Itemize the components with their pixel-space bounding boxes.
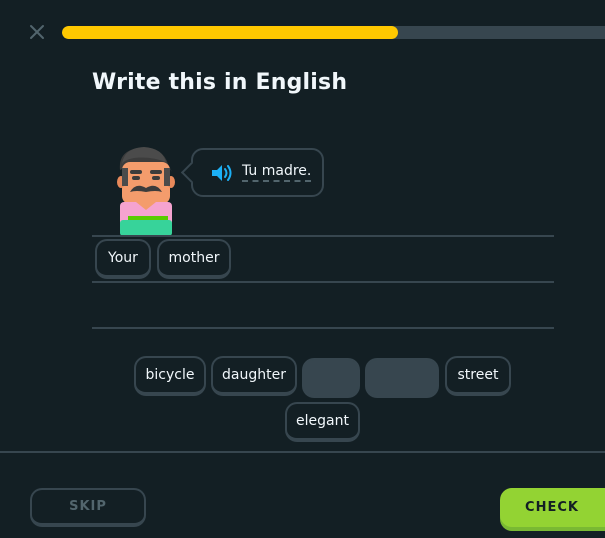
progress-fill <box>62 26 398 39</box>
answer-line <box>92 281 554 283</box>
close-icon[interactable] <box>29 24 45 40</box>
speech-bubble: Tu madre. <box>180 148 324 197</box>
word-chip-street[interactable]: street <box>445 356 511 396</box>
lesson-page: Write this in English Tu madre. Your mot… <box>0 0 605 538</box>
word-slot-empty <box>365 358 439 398</box>
bubble-tail <box>180 161 203 184</box>
page-title: Write this in English <box>92 70 348 95</box>
progress-bar <box>62 26 605 39</box>
character-avatar <box>117 147 175 236</box>
prompt-sentence[interactable]: Tu madre. <box>242 163 312 182</box>
check-button[interactable]: CHECK <box>500 488 605 527</box>
answer-chip-your[interactable]: Your <box>95 239 151 279</box>
word-chip-daughter[interactable]: daughter <box>211 356 297 396</box>
word-chip-elegant[interactable]: elegant <box>285 402 360 442</box>
answer-line <box>92 327 554 329</box>
answer-line <box>92 235 554 237</box>
speaker-icon[interactable] <box>210 163 234 183</box>
word-chip-bicycle[interactable]: bicycle <box>134 356 206 396</box>
skip-button[interactable]: SKIP <box>30 488 146 527</box>
footer-divider <box>0 451 605 453</box>
answer-chip-mother[interactable]: mother <box>157 239 231 279</box>
word-slot-empty <box>302 358 360 398</box>
